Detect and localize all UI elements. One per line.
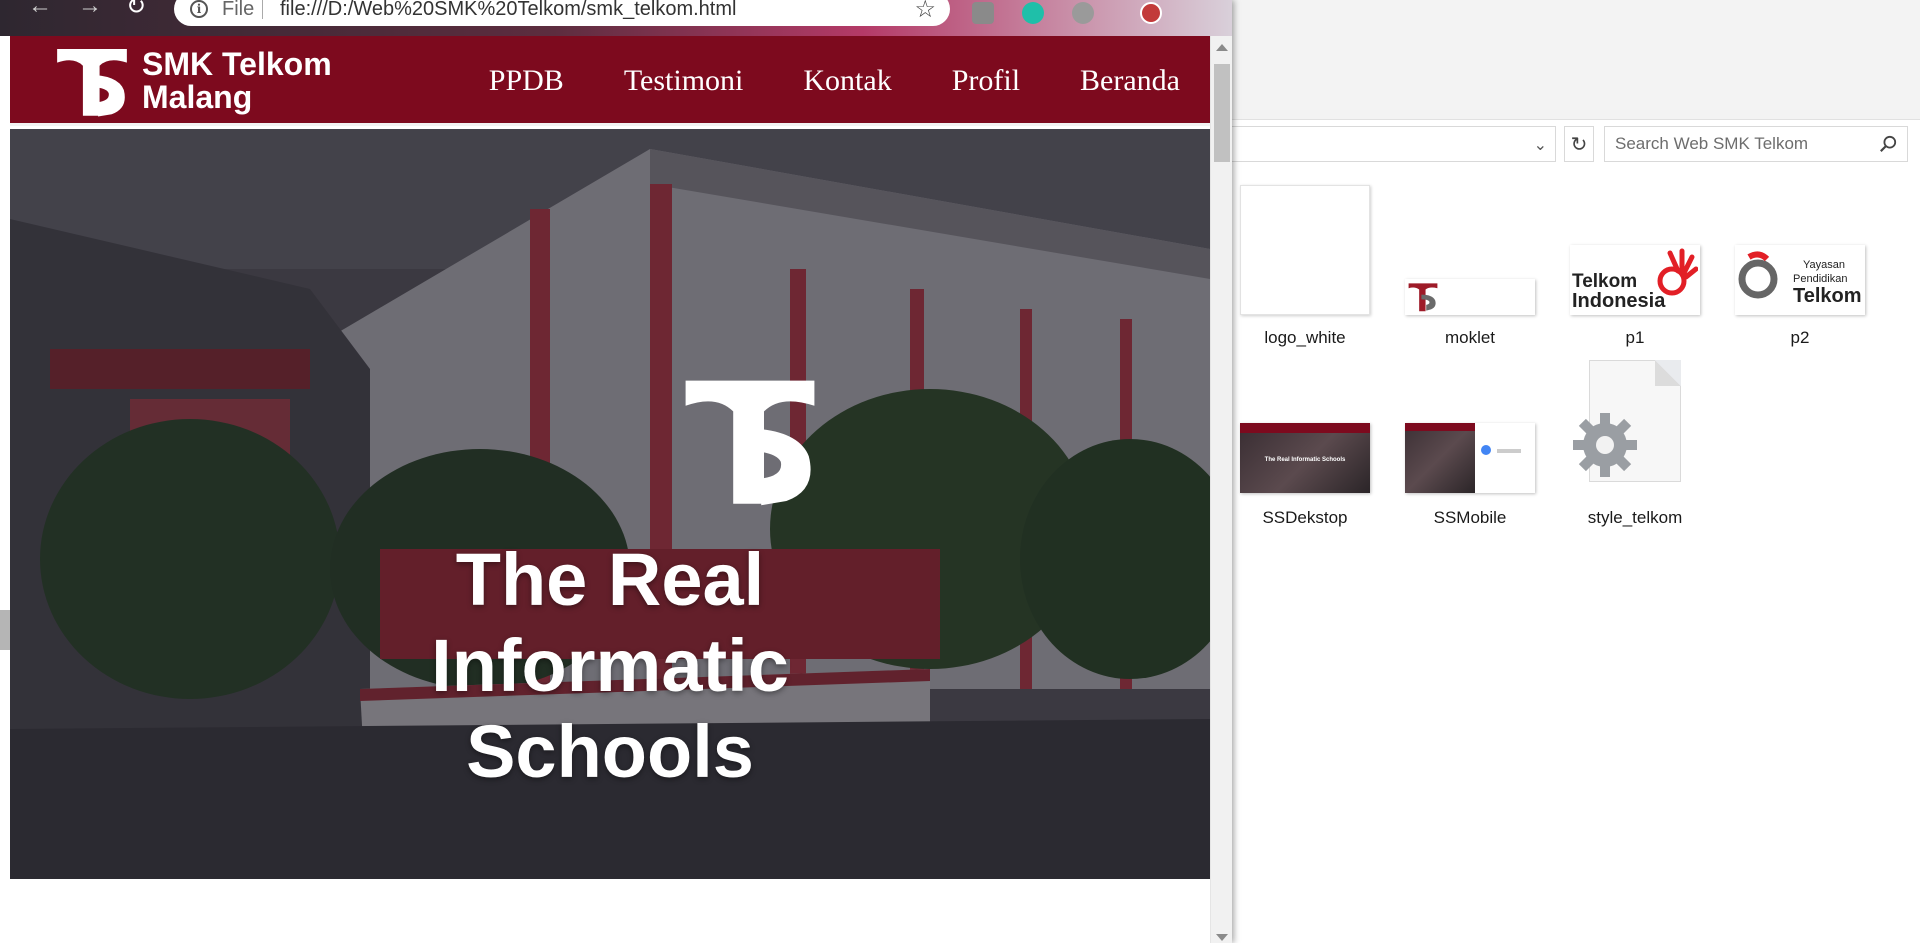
site-name-line: Malang (142, 79, 253, 115)
file-name: SSDekstop (1262, 508, 1348, 527)
chevron-down-icon[interactable]: ⌄ (1534, 135, 1547, 155)
search-box[interactable] (1604, 126, 1908, 162)
refresh-icon: ↻ (1570, 133, 1588, 156)
address-bar[interactable]: ⌄ (1200, 126, 1556, 162)
extension-icon[interactable] (972, 2, 994, 24)
back-icon[interactable]: ← (28, 0, 52, 20)
nav-link-profil[interactable]: Profil (952, 64, 1020, 98)
file-name: logo_white (1264, 328, 1346, 347)
main-nav: PPDB Testimoni Kontak Profil Beranda (429, 36, 1180, 126)
browser-window: ← → ↻ i File file:///D:/Web%20SMK%20Telk… (0, 0, 1232, 943)
image-thumbnail (1405, 185, 1535, 315)
lightbulb-icon[interactable] (1072, 2, 1094, 24)
forward-icon[interactable]: → (78, 0, 102, 20)
telkom-logo-mark (1657, 248, 1698, 296)
divider (262, 0, 263, 19)
url-text[interactable]: file:///D:/Web%20SMK%20Telkom/smk_telkom… (280, 0, 736, 21)
page-viewport: SMK Telkom Malang PPDB Testimoni Kontak … (10, 36, 1210, 943)
hero-title: The Real Informatic Schools (310, 537, 910, 795)
search-icon[interactable] (1879, 135, 1897, 153)
scroll-up-arrow-icon[interactable] (1216, 44, 1228, 51)
avatar[interactable] (1140, 2, 1162, 24)
extension-icon[interactable] (1022, 2, 1044, 24)
image-thumbnail: The Real Informatic Schools (1240, 363, 1370, 493)
smk-telkom-logo (685, 380, 815, 506)
info-icon[interactable]: i (190, 0, 208, 18)
desktop: ⌄ ↻ logo_white (0, 0, 1920, 943)
image-thumbnail (1240, 185, 1370, 315)
nav-link-kontak[interactable]: Kontak (803, 64, 891, 98)
explorer-ribbon (1200, 0, 1920, 120)
refresh-button[interactable]: ↻ (1564, 126, 1594, 162)
browser-toolbar: ← → ↻ i File file:///D:/Web%20SMK%20Telk… (0, 0, 1232, 36)
image-thumbnail: Yayasan Pendidikan Telkom (1735, 185, 1865, 315)
file-name: style_telkom (1587, 508, 1683, 527)
address-bar[interactable]: i File file:///D:/Web%20SMK%20Telkom/smk… (174, 0, 950, 26)
hero-section: The Real Informatic Schools (10, 129, 1210, 879)
hero-title-line: The Real Informatic (431, 538, 789, 707)
url-scheme-label: File (222, 0, 255, 20)
file-name: p2 (1790, 328, 1810, 347)
page-content-area (10, 879, 1210, 943)
site-name-line: SMK Telkom (142, 46, 332, 82)
file-name: moklet (1444, 328, 1496, 347)
nav-link-ppdb[interactable]: PPDB (489, 64, 564, 98)
image-thumbnail: Telkom Indonesia (1570, 185, 1700, 315)
site-header: SMK Telkom Malang PPDB Testimoni Kontak … (10, 36, 1210, 126)
file-name: p1 (1625, 328, 1645, 347)
settings-file-icon (1570, 352, 1700, 482)
image-thumbnail (1405, 363, 1535, 493)
nav-link-testimoni[interactable]: Testimoni (624, 64, 744, 98)
ypt-logo-mark (1738, 251, 1778, 299)
star-icon[interactable]: ☆ (914, 0, 936, 24)
gear-icon (1573, 413, 1637, 477)
site-name[interactable]: SMK Telkom Malang (142, 48, 382, 114)
nav-link-beranda[interactable]: Beranda (1080, 64, 1180, 98)
vertical-scrollbar[interactable] (1210, 36, 1232, 943)
file-explorer-window: ⌄ ↻ logo_white (1200, 0, 1920, 943)
scroll-down-arrow-icon[interactable] (1216, 934, 1228, 941)
file-name: SSMobile (1433, 508, 1507, 527)
hero-title-line: Schools (466, 710, 754, 793)
scrollbar-thumb[interactable] (1214, 64, 1230, 162)
smk-telkom-logo[interactable] (54, 46, 130, 118)
window-edge (0, 610, 10, 650)
reload-icon[interactable]: ↻ (126, 0, 146, 21)
search-input[interactable] (1615, 127, 1875, 161)
